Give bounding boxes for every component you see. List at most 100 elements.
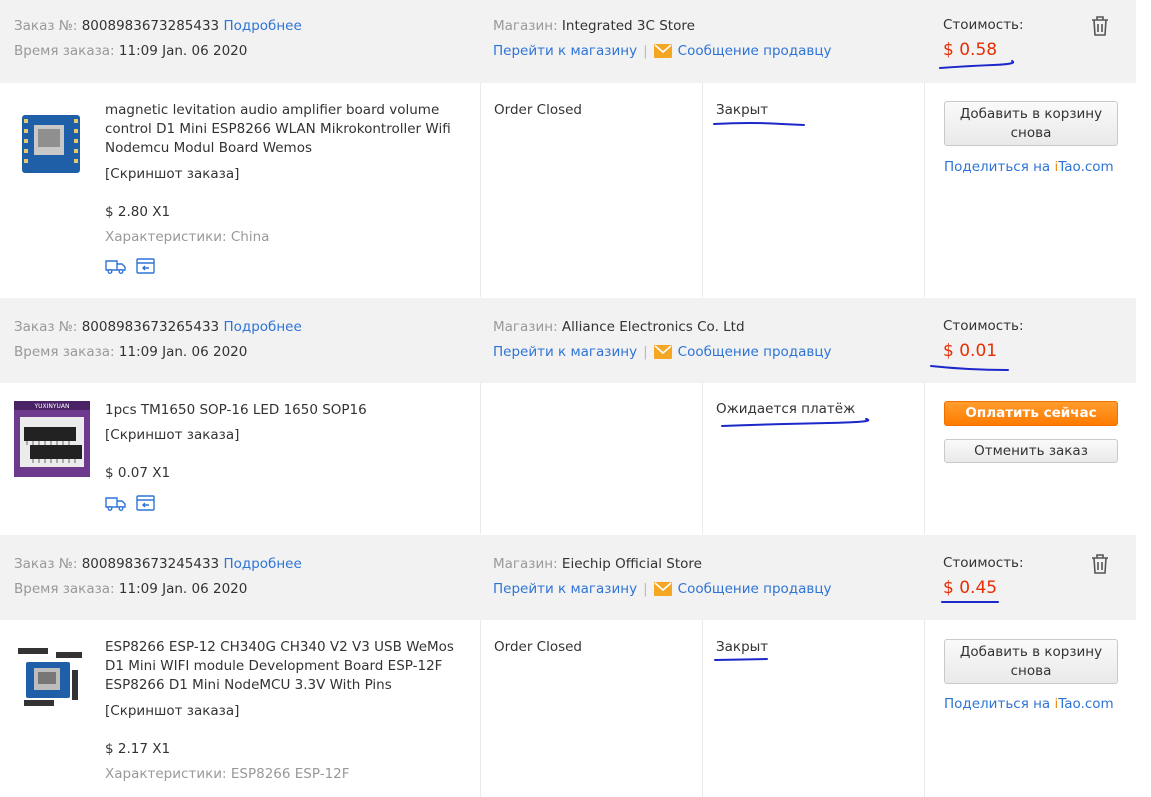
store-name: Магазин: Alliance Electronics Co. Ltd <box>493 319 745 335</box>
order-number-label: Заказ №: <box>14 18 78 34</box>
product-title-link[interactable]: magnetic levitation audio amplifier boar… <box>105 101 470 158</box>
order-status-text: Order Closed <box>494 102 583 118</box>
envelope-icon <box>653 582 672 596</box>
status-value: Закрыт <box>716 639 769 655</box>
go-to-store-link[interactable]: Перейти к магазину <box>493 344 637 360</box>
link-separator: | <box>643 43 648 59</box>
order-body: YUXINYUAN 1pcs TM1650 SOP-16 LED 1650 SO… <box>0 383 1136 534</box>
order-snapshot-link[interactable]: [Скриншот заказа] <box>105 427 239 443</box>
message-seller-link[interactable]: Сообщение продавцу <box>653 344 832 360</box>
add-to-cart-again-button[interactable]: Добавить в корзину снова <box>944 101 1118 146</box>
order-header: Заказ №: 8008983673265433 Подробнее Врем… <box>0 298 1136 383</box>
order-cost: $ 0.58 <box>943 40 998 60</box>
product-title-link[interactable]: 1pcs TM1650 SOP-16 LED 1650 SOP16 <box>105 401 470 420</box>
share-itao-link[interactable]: Поделиться на iTao.com <box>944 159 1114 175</box>
return-box-icon[interactable] <box>135 494 157 512</box>
share-brand-com: .com <box>1080 159 1114 175</box>
column-divider <box>480 383 481 534</box>
order-number-label: Заказ №: <box>14 556 78 572</box>
product-specs: Характеристики: ESP8266 ESP-12F <box>105 766 350 782</box>
order-card: Заказ №: 8008983673265433 Подробнее Врем… <box>0 298 1136 534</box>
pay-now-button[interactable]: Оплатить сейчас <box>944 401 1118 426</box>
message-seller-label: Сообщение продавцу <box>677 581 832 597</box>
status-value: Ожидается платёж <box>716 401 856 417</box>
handwritten-underline <box>713 122 805 126</box>
product-thumbnail[interactable] <box>14 105 90 181</box>
product-thumbnail[interactable]: YUXINYUAN <box>14 401 90 477</box>
handwritten-underline <box>941 601 999 603</box>
delivery-truck-icon[interactable] <box>105 494 127 512</box>
column-divider <box>924 620 925 797</box>
specs-value: ESP8266 ESP-12F <box>230 766 350 782</box>
product-price-qty: $ 2.80 X1 <box>105 204 171 220</box>
specs-value: China <box>230 229 270 245</box>
cost-label: Стоимость: <box>943 17 1024 33</box>
handwritten-underline <box>721 418 870 427</box>
message-seller-label: Сообщение продавцу <box>677 43 832 59</box>
order-cost: $ 0.01 <box>943 341 998 361</box>
store-links: Перейти к магазину | Сообщение продавцу <box>493 344 832 360</box>
order-time-label: Время заказа: <box>14 43 115 59</box>
specs-label: Характеристики: <box>105 766 227 782</box>
order-number: Заказ №: 8008983673285433 Подробнее <box>14 18 302 34</box>
order-details-link[interactable]: Подробнее <box>223 319 301 335</box>
order-time: Время заказа: 11:09 Jan. 06 2020 <box>14 344 247 360</box>
product-thumbnail[interactable] <box>14 640 90 716</box>
share-brand-com: .com <box>1080 696 1114 712</box>
product-price-qty: $ 0.07 X1 <box>105 465 171 481</box>
order-snapshot-link[interactable]: [Скриншот заказа] <box>105 703 239 719</box>
thumbnail-brand-text: YUXINYUAN <box>33 403 69 410</box>
store-value: Integrated 3C Store <box>561 18 695 34</box>
order-snapshot-link[interactable]: [Скриншот заказа] <box>105 166 239 182</box>
service-icons <box>105 257 165 275</box>
delivery-truck-icon[interactable] <box>105 257 127 275</box>
share-prefix: Поделиться на <box>944 159 1055 175</box>
order-number: Заказ №: 8008983673265433 Подробнее <box>14 319 302 335</box>
status-value: Закрыт <box>716 102 769 118</box>
column-divider <box>480 620 481 797</box>
order-time: Время заказа: 11:09 Jan. 06 2020 <box>14 581 247 597</box>
cancel-order-button[interactable]: Отменить заказ <box>944 439 1118 463</box>
share-brand-tao: Tao <box>1058 159 1081 175</box>
order-card: Заказ №: 8008983673245433 Подробнее Врем… <box>0 535 1136 797</box>
go-to-store-link[interactable]: Перейти к магазину <box>493 43 637 59</box>
order-time-value: 11:09 Jan. 06 2020 <box>118 43 248 59</box>
order-card: Заказ №: 8008983673285433 Подробнее Врем… <box>0 0 1136 297</box>
order-header: Заказ №: 8008983673285433 Подробнее Врем… <box>0 0 1136 83</box>
order-status-text: Order Closed <box>494 639 583 655</box>
message-seller-link[interactable]: Сообщение продавцу <box>653 43 832 59</box>
cost-label: Стоимость: <box>943 318 1024 334</box>
order-details-link[interactable]: Подробнее <box>223 556 301 572</box>
add-to-cart-again-button[interactable]: Добавить в корзину снова <box>944 639 1118 684</box>
order-body: ESP8266 ESP-12 CH340G CH340 V2 V3 USB We… <box>0 620 1136 797</box>
link-separator: | <box>643 581 648 597</box>
order-time-label: Время заказа: <box>14 344 115 360</box>
trash-icon[interactable] <box>1090 15 1110 37</box>
envelope-icon <box>653 345 672 359</box>
column-divider <box>924 383 925 534</box>
order-body: magnetic levitation audio amplifier boar… <box>0 83 1136 297</box>
handwritten-underline <box>714 658 768 661</box>
message-seller-link[interactable]: Сообщение продавцу <box>653 581 832 597</box>
return-box-icon[interactable] <box>135 257 157 275</box>
product-price-qty: $ 2.17 X1 <box>105 741 171 757</box>
product-title-link[interactable]: ESP8266 ESP-12 CH340G CH340 V2 V3 USB We… <box>105 638 470 695</box>
store-label: Магазин: <box>493 18 558 34</box>
share-itao-link[interactable]: Поделиться на iTao.com <box>944 696 1114 712</box>
store-value: Alliance Electronics Co. Ltd <box>561 319 745 335</box>
order-number: Заказ №: 8008983673245433 Подробнее <box>14 556 302 572</box>
order-time: Время заказа: 11:09 Jan. 06 2020 <box>14 43 247 59</box>
order-number-value: 8008983673285433 <box>81 18 220 34</box>
column-divider <box>480 83 481 297</box>
specs-label: Характеристики: <box>105 229 227 245</box>
column-divider <box>702 620 703 797</box>
service-icons <box>105 494 165 512</box>
trash-icon[interactable] <box>1090 553 1110 575</box>
link-separator: | <box>643 344 648 360</box>
share-prefix: Поделиться на <box>944 696 1055 712</box>
store-value: Eiechip Official Store <box>561 556 702 572</box>
order-time-value: 11:09 Jan. 06 2020 <box>118 581 248 597</box>
go-to-store-link[interactable]: Перейти к магазину <box>493 581 637 597</box>
order-details-link[interactable]: Подробнее <box>223 18 301 34</box>
column-divider <box>924 83 925 297</box>
